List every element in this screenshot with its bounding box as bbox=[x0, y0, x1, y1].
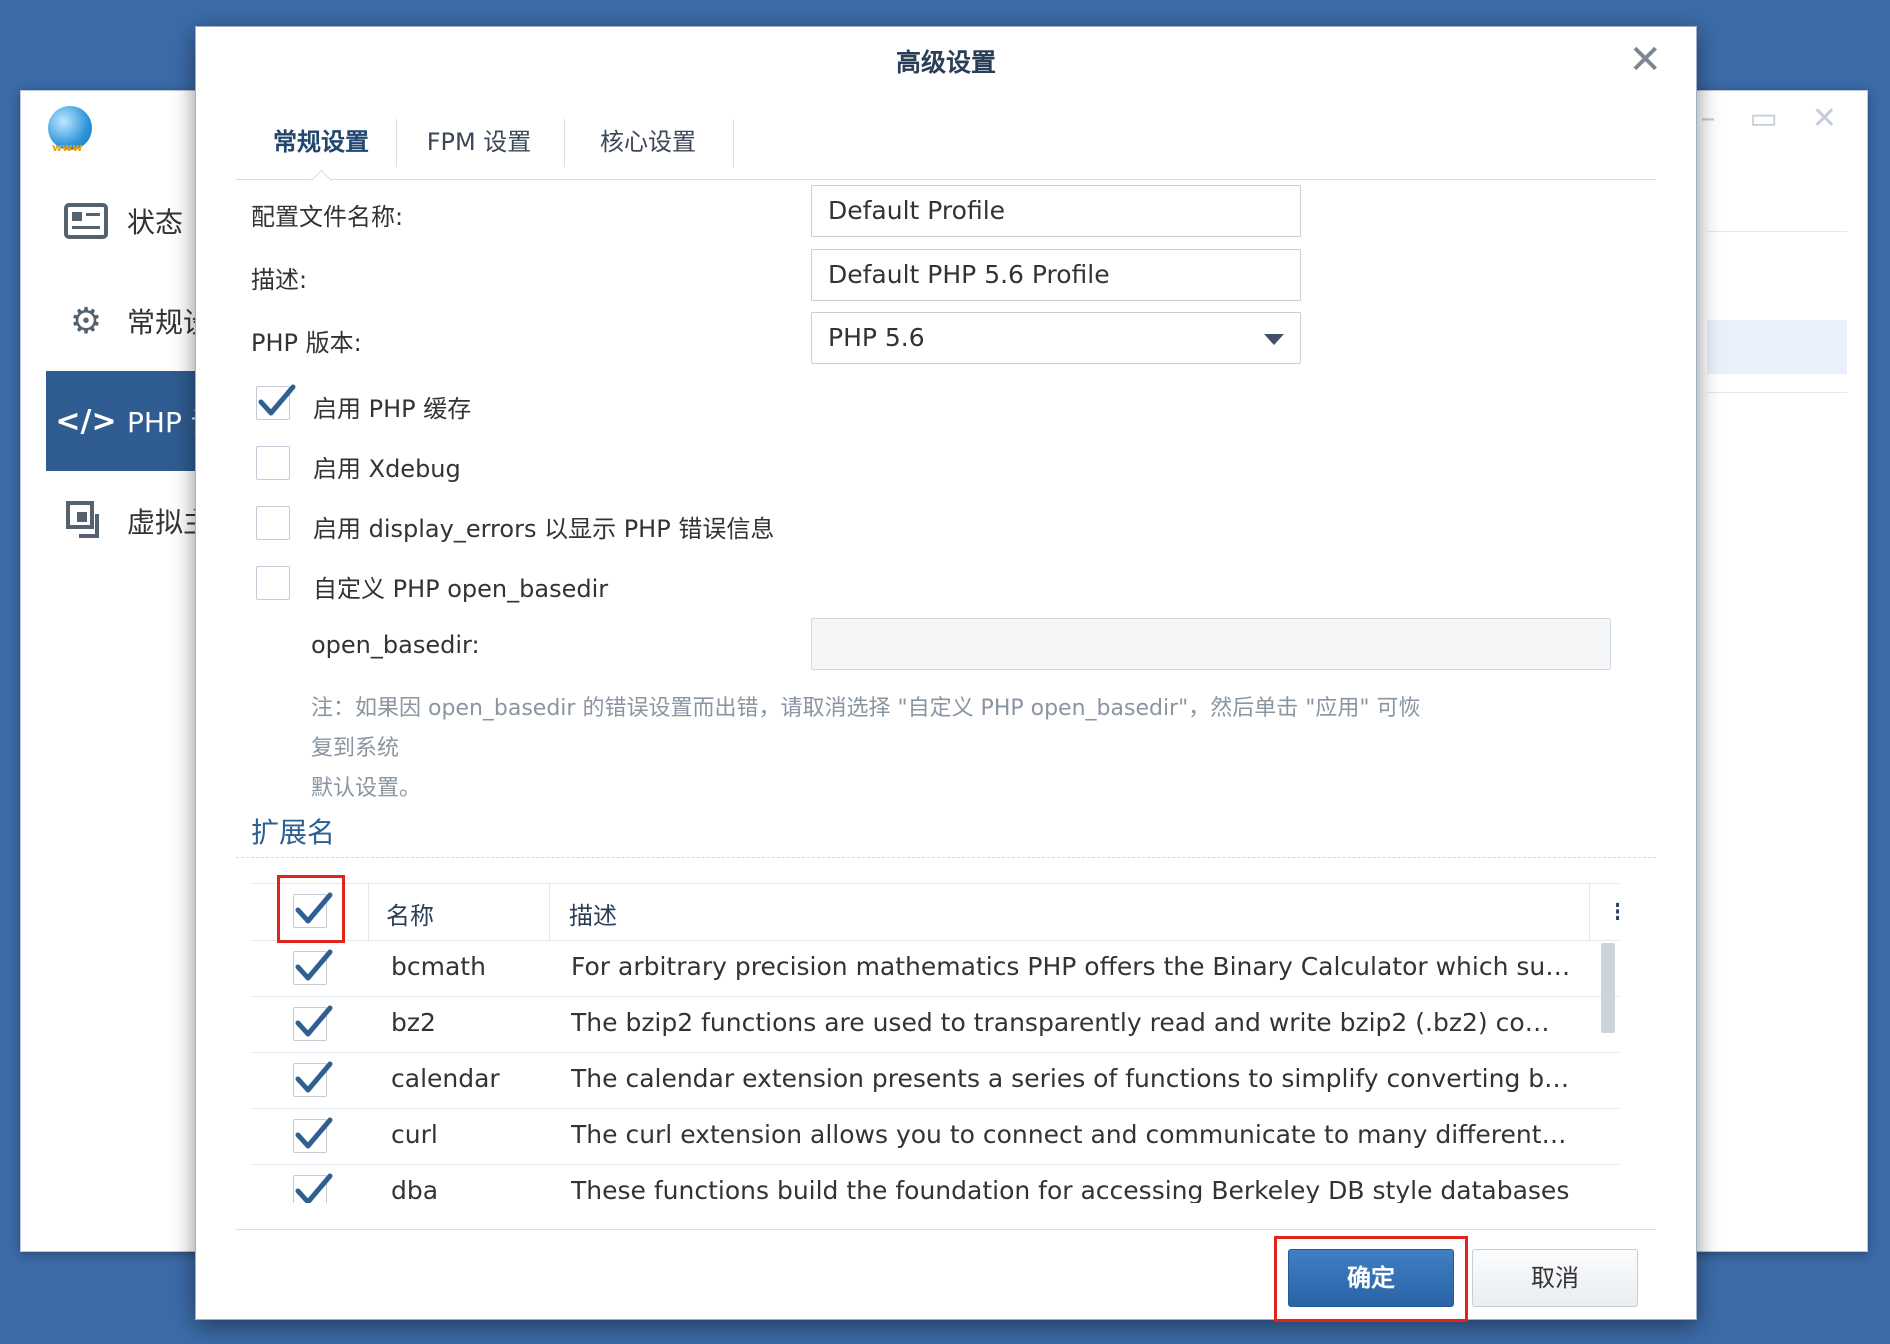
minimize-icon[interactable]: – bbox=[1701, 101, 1716, 136]
checkmark-icon bbox=[295, 1061, 333, 1093]
row-name: calendar bbox=[391, 1064, 500, 1093]
status-card-icon bbox=[63, 198, 109, 244]
maximize-icon[interactable]: ▭ bbox=[1750, 101, 1778, 136]
row-description: For arbitrary precision mathematics PHP … bbox=[571, 952, 1571, 981]
note-line-1: 注：如果因 open_basedir 的错误设置而出错，请取消选择 "自定义 P… bbox=[311, 696, 1421, 761]
code-icon: </> bbox=[55, 403, 117, 439]
tab-core[interactable]: 核心设置 bbox=[576, 117, 720, 167]
table-row[interactable]: curl The curl extension allows you to co… bbox=[251, 1108, 1619, 1165]
display-errors-label: 启用 display_errors 以显示 PHP 错误信息 bbox=[313, 515, 775, 543]
row-name: dba bbox=[391, 1176, 439, 1203]
grid-header: 名称 描述 ⋮ bbox=[251, 883, 1619, 941]
note-text: 注：如果因 open_basedir 的错误设置而出错，请取消选择 "自定义 P… bbox=[311, 689, 1441, 809]
open-basedir-checkbox[interactable] bbox=[256, 566, 290, 600]
php-version-label: PHP 版本: bbox=[251, 329, 362, 357]
php-cache-checkbox[interactable] bbox=[256, 384, 296, 420]
section-divider bbox=[236, 857, 1656, 858]
checkmark-icon bbox=[295, 949, 333, 981]
close-icon[interactable]: ✕ bbox=[1628, 37, 1662, 83]
php-cache-label: 启用 PHP 缓存 bbox=[313, 395, 472, 423]
open-basedir-field[interactable] bbox=[811, 618, 1611, 670]
row-name: bcmath bbox=[391, 952, 486, 981]
advanced-settings-dialog: 高级设置 ✕ 常规设置 FPM 设置 核心设置 配置文件名称: Default … bbox=[195, 26, 1697, 1322]
checkmark-icon bbox=[258, 384, 296, 416]
active-tab-caret bbox=[310, 169, 333, 192]
window-controls: – ▭ ✕ bbox=[1701, 101, 1838, 136]
tab-bar: 常规设置 FPM 设置 核心设置 bbox=[236, 89, 1656, 192]
description-label: 描述: bbox=[251, 266, 308, 294]
highlight-ok-button bbox=[1274, 1236, 1468, 1322]
extensions-section-title: 扩展名 bbox=[251, 816, 336, 849]
column-menu-icon[interactable]: ⋮ bbox=[1607, 900, 1619, 925]
sidebar-item-label: 状态 bbox=[127, 206, 184, 239]
column-header-description[interactable]: 描述 bbox=[569, 896, 617, 931]
checkmark-icon bbox=[295, 1173, 333, 1203]
row-checkbox[interactable] bbox=[293, 1005, 333, 1041]
tab-fpm[interactable]: FPM 设置 bbox=[408, 117, 550, 167]
xdebug-label: 启用 Xdebug bbox=[313, 455, 461, 483]
note-line-2: 默认设置。 bbox=[311, 776, 422, 801]
extensions-grid: 名称 描述 ⋮ bcmath For arbitrary precision m… bbox=[251, 883, 1619, 1203]
xdebug-checkbox[interactable] bbox=[256, 446, 290, 480]
grid-scrollbar[interactable] bbox=[1601, 943, 1615, 1033]
row-checkbox[interactable] bbox=[293, 1173, 333, 1203]
php-version-value: PHP 5.6 bbox=[828, 323, 925, 352]
display-errors-checkbox[interactable] bbox=[256, 506, 290, 540]
footer-divider bbox=[236, 1229, 1656, 1230]
checkmark-icon bbox=[295, 1005, 333, 1037]
row-description: These functions build the foundation for… bbox=[571, 1176, 1570, 1203]
php-version-select[interactable]: PHP 5.6 bbox=[811, 312, 1301, 364]
highlight-select-all bbox=[277, 875, 345, 943]
checkmark-icon bbox=[295, 1117, 333, 1149]
row-name: curl bbox=[391, 1120, 438, 1149]
profile-name-field[interactable]: Default Profile bbox=[811, 185, 1301, 237]
row-description: The curl extension allows you to connect… bbox=[571, 1120, 1571, 1149]
row-checkbox[interactable] bbox=[293, 1061, 333, 1097]
table-row[interactable]: bcmath For arbitrary precision mathemati… bbox=[251, 940, 1619, 997]
profile-name-label: 配置文件名称: bbox=[251, 203, 404, 231]
gear-icon: ⚙ bbox=[69, 300, 103, 342]
row-checkbox[interactable] bbox=[293, 1117, 333, 1153]
open-basedir-label: 自定义 PHP open_basedir bbox=[313, 575, 609, 603]
row-checkbox[interactable] bbox=[293, 949, 333, 985]
tab-general[interactable]: 常规设置 bbox=[256, 117, 386, 167]
table-row[interactable]: bz2 The bzip2 functions are used to tran… bbox=[251, 996, 1619, 1053]
dialog-title: 高级设置 bbox=[895, 48, 996, 77]
background-list bbox=[1707, 231, 1847, 463]
chevron-down-icon[interactable] bbox=[1264, 334, 1284, 345]
open-basedir-field-label: open_basedir: bbox=[311, 631, 480, 659]
description-field[interactable]: Default PHP 5.6 Profile bbox=[811, 249, 1301, 301]
row-description: The calendar extension presents a series… bbox=[571, 1064, 1571, 1093]
table-row[interactable]: dba These functions build the foundation… bbox=[251, 1164, 1619, 1203]
row-description: The bzip2 functions are used to transpar… bbox=[571, 1008, 1571, 1037]
column-header-name[interactable]: 名称 bbox=[386, 896, 434, 931]
virtual-host-icon bbox=[63, 498, 109, 544]
cancel-button[interactable]: 取消 bbox=[1472, 1249, 1638, 1307]
close-icon[interactable]: ✕ bbox=[1812, 101, 1837, 136]
web-station-globe-icon: www bbox=[48, 106, 92, 154]
table-row[interactable]: calendar The calendar extension presents… bbox=[251, 1052, 1619, 1109]
row-name: bz2 bbox=[391, 1008, 436, 1037]
